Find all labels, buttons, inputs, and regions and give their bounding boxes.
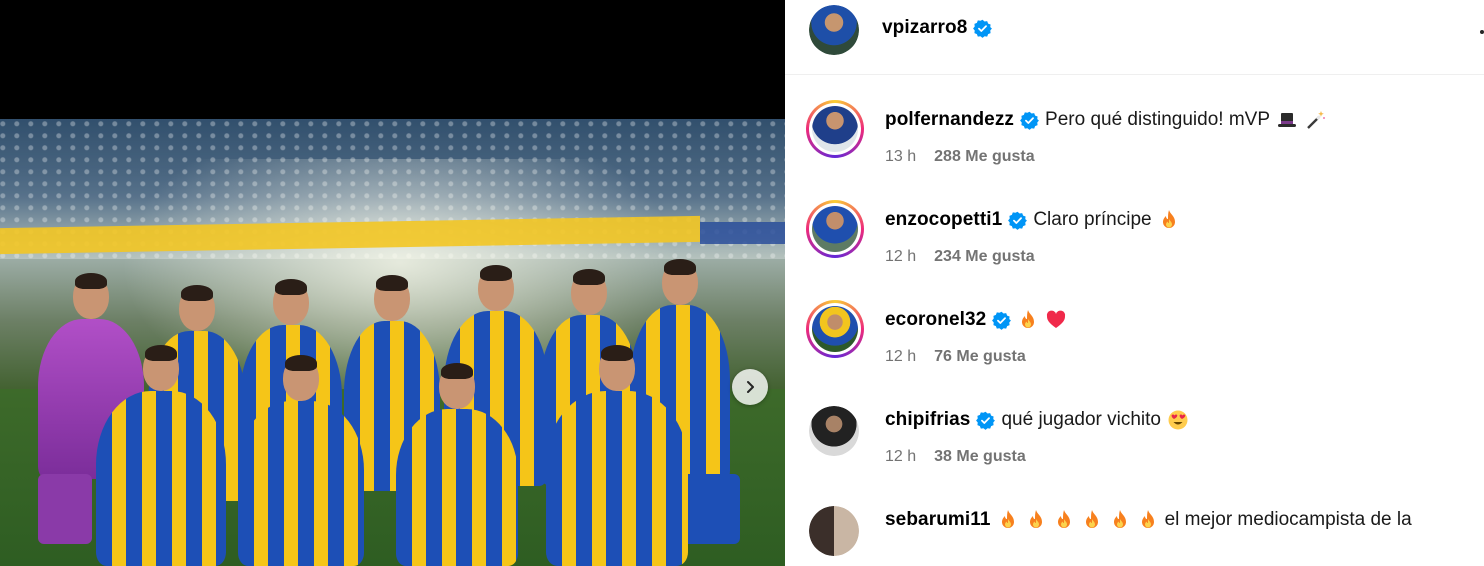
- verified-badge-icon: [1008, 211, 1028, 230]
- more-options-icon[interactable]: [1476, 22, 1484, 42]
- comment-username[interactable]: enzocopetti1: [885, 209, 1002, 231]
- fire-emoji: [1158, 209, 1180, 231]
- comment-time[interactable]: 13 h: [885, 148, 916, 166]
- comment-likes[interactable]: 234 Me gusta: [934, 248, 1034, 266]
- verified-badge-icon: [973, 19, 993, 38]
- comment-time[interactable]: 12 h: [885, 448, 916, 466]
- next-media-button[interactable]: [732, 369, 768, 405]
- top-hat-emoji: [1276, 109, 1298, 131]
- heart-emoji: [1045, 309, 1067, 331]
- comment-text: qué jugador vichito: [1001, 409, 1161, 430]
- team-photo: [0, 119, 785, 566]
- chevron-right-icon: [747, 381, 754, 393]
- comment-likes[interactable]: 288 Me gusta: [934, 148, 1034, 166]
- comments-panel: vpizarro8 polfernandezz Pero qué disting…: [785, 0, 1484, 566]
- comment-username[interactable]: sebarumi11: [885, 509, 991, 531]
- comment-username[interactable]: ecoronel32: [885, 309, 986, 331]
- verified-badge-icon: [992, 311, 1012, 330]
- verified-badge-icon: [1020, 111, 1039, 130]
- comment-text: Claro príncipe: [1033, 209, 1152, 230]
- comment-text: el mejor mediocampista de la: [1164, 509, 1412, 530]
- fire-emoji: [1109, 509, 1131, 531]
- comment-username[interactable]: chipifrias: [885, 409, 970, 431]
- comment-item: polfernandezz Pero qué distinguido! mVP …: [785, 100, 1484, 180]
- comment-likes[interactable]: 76 Me gusta: [934, 348, 1026, 366]
- comment-username[interactable]: polfernandezz: [885, 109, 1014, 131]
- author-avatar[interactable]: [809, 5, 859, 55]
- magic-wand-emoji: [1304, 109, 1326, 131]
- comment-item: chipifrias qué jugador vichito 12 h 38 M…: [785, 400, 1484, 480]
- commenter-avatar[interactable]: [809, 406, 859, 456]
- post-media: [0, 0, 785, 566]
- author-username[interactable]: vpizarro8: [882, 17, 967, 39]
- comment-item: sebarumi11 el mejor mediocampista de la: [785, 500, 1484, 566]
- comment-text: Pero qué distinguido! mVP: [1045, 109, 1270, 130]
- comment-time[interactable]: 12 h: [885, 248, 916, 266]
- comment-likes[interactable]: 38 Me gusta: [934, 448, 1026, 466]
- fire-emoji: [997, 509, 1019, 531]
- heart-eyes-emoji: [1167, 409, 1189, 431]
- fire-emoji: [1081, 509, 1103, 531]
- fire-emoji: [1025, 509, 1047, 531]
- verified-badge-icon: [976, 411, 996, 430]
- commenter-avatar[interactable]: [809, 506, 859, 556]
- fire-emoji: [1017, 309, 1039, 331]
- commenter-avatar[interactable]: [806, 100, 864, 158]
- comment-time[interactable]: 12 h: [885, 348, 916, 366]
- comment-item: enzocopetti1 Claro príncipe 12 h 234 Me …: [785, 200, 1484, 280]
- commenter-avatar[interactable]: [806, 300, 864, 358]
- fire-emoji: [1137, 509, 1159, 531]
- commenter-avatar[interactable]: [806, 200, 864, 258]
- comment-item: ecoronel32 12 h 76 Me gusta: [785, 300, 1484, 380]
- fire-emoji: [1053, 509, 1075, 531]
- post-header: vpizarro8: [785, 0, 1484, 75]
- author-name-row: vpizarro8: [882, 17, 993, 39]
